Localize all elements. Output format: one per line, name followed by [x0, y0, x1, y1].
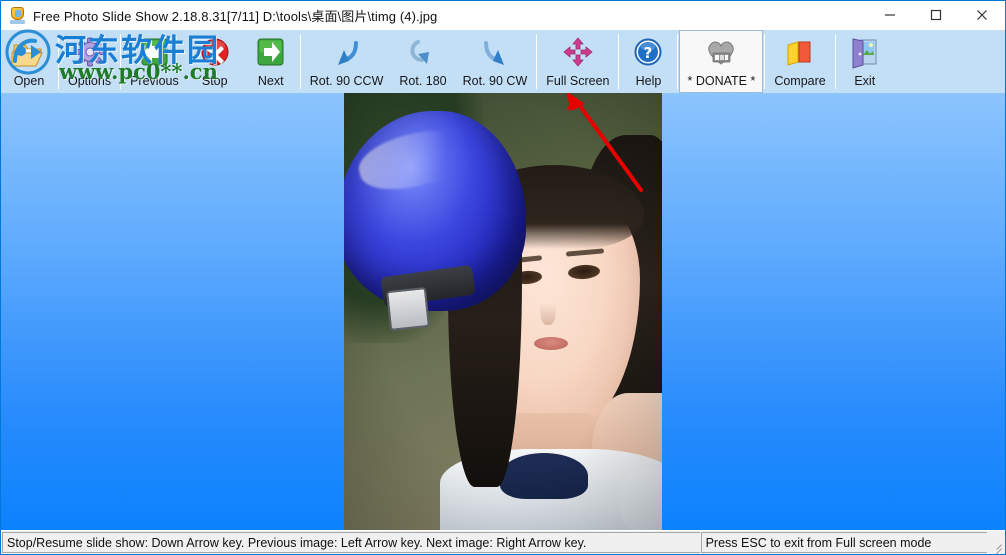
blue-question-circle-icon: ? [630, 37, 666, 71]
compare-button[interactable]: Compare [766, 30, 833, 93]
heart-donation-icon [703, 37, 739, 71]
donate-button[interactable]: * DONATE * [679, 30, 764, 93]
rotate-90-cw-button[interactable]: Rot. 90 CW [455, 30, 536, 93]
window-controls [867, 1, 1005, 29]
exit-button[interactable]: Exit [837, 30, 893, 93]
toolbar-separator [618, 34, 620, 89]
toolbar-separator [120, 34, 122, 89]
options-button[interactable]: Options [60, 30, 119, 93]
two-cards-icon [782, 37, 818, 71]
previous-label: Previous [130, 74, 179, 88]
main-toolbar: Open Options Previous Stop Next Rot. 90 … [1, 29, 1005, 93]
next-button[interactable]: Next [243, 30, 299, 93]
rotate-180-arrow-icon [405, 37, 441, 71]
red-x-circle-icon [197, 37, 233, 71]
application-window: Free Photo Slide Show 2.18.8.31[7/11] D:… [0, 0, 1006, 555]
status-hint-right: Press ESC to exit from Full screen mode [700, 532, 988, 553]
green-right-arrow-icon [253, 37, 289, 71]
rotate-90-ccw-button[interactable]: Rot. 90 CCW [302, 30, 392, 93]
full-screen-label: Full Screen [546, 74, 610, 88]
four-way-arrows-icon [560, 37, 596, 71]
rot-180-label: Rot. 180 [399, 74, 447, 88]
photo-vignette [344, 93, 662, 530]
compare-label: Compare [774, 74, 826, 88]
window-title: Free Photo Slide Show 2.18.8.31[7/11] D:… [33, 8, 438, 24]
gear-icon [72, 37, 108, 71]
status-bar: Stop/Resume slide show: Down Arrow key. … [1, 530, 1005, 554]
image-viewer-area[interactable] [1, 93, 1005, 530]
minimize-icon[interactable] [867, 1, 913, 29]
app-shield-icon [9, 6, 27, 24]
toolbar-separator [58, 34, 59, 89]
toolbar-separator [834, 34, 836, 89]
stop-button[interactable]: Stop [187, 30, 243, 93]
rotate-cw-arrow-icon [477, 37, 513, 71]
rot-90-cw-label: Rot. 90 CW [462, 74, 528, 88]
resize-grip-icon[interactable] [988, 532, 1004, 553]
exit-label: Exit [854, 74, 876, 88]
maximize-icon[interactable] [913, 1, 959, 29]
open-label: Open [13, 74, 45, 88]
full-screen-button[interactable]: Full Screen [538, 30, 617, 93]
toolbar-separator [764, 34, 766, 89]
close-icon[interactable] [959, 1, 1005, 29]
next-label: Next [257, 74, 284, 88]
stop-label: Stop [201, 74, 228, 88]
rotate-180-button[interactable]: Rot. 180 [391, 30, 454, 93]
open-button[interactable]: Open [1, 30, 57, 93]
toolbar-separator [299, 34, 301, 89]
open-folder-icon [11, 37, 47, 71]
donate-label: * DONATE * [687, 74, 756, 88]
toolbar-separator [677, 34, 679, 89]
displayed-photo[interactable] [344, 93, 662, 530]
options-label: Options [68, 74, 112, 88]
status-hint-left: Stop/Resume slide show: Down Arrow key. … [2, 532, 700, 553]
green-left-arrow-icon [136, 37, 172, 71]
help-button[interactable]: ? Help [620, 30, 676, 93]
svg-text:?: ? [644, 44, 653, 62]
previous-button[interactable]: Previous [122, 30, 187, 93]
help-label: Help [635, 74, 662, 88]
rotate-ccw-arrow-icon [329, 37, 365, 71]
open-door-icon [847, 37, 883, 71]
rot-90-ccw-label: Rot. 90 CCW [309, 74, 384, 88]
title-bar: Free Photo Slide Show 2.18.8.31[7/11] D:… [1, 1, 1005, 29]
toolbar-separator [536, 34, 538, 89]
